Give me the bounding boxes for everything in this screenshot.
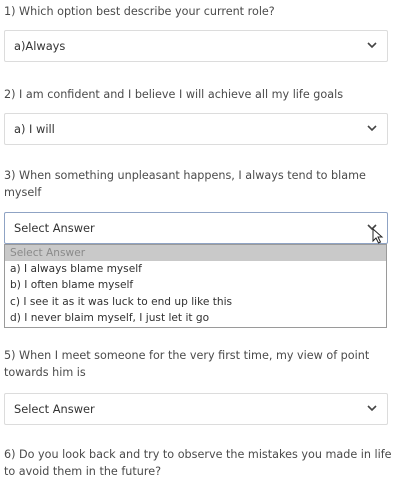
chevron-down-icon [367,125,377,132]
question-1-label: 1) Which option best describe your curre… [4,5,275,18]
dropdown-option[interactable]: c) I see it as it was luck to end up lik… [5,294,386,310]
question-2-select[interactable]: a) I will [4,113,388,145]
dropdown-option[interactable]: b) I often blame myself [5,277,386,293]
dropdown-option[interactable]: d) I never blaim myself, I just let it g… [5,310,386,326]
question-5-selected-value: Select Answer [14,402,95,416]
question-5-label: 5) When I meet someone for the very firs… [4,349,370,379]
question-5-select[interactable]: Select Answer [4,393,388,425]
question-1-selected-value: a)Always [14,39,66,53]
question-2-label: 2) I am confident and I believe I will a… [4,88,344,101]
chevron-down-icon [367,42,377,49]
dropdown-option[interactable]: a) I always blame myself [5,261,386,277]
question-3-dropdown-list: Select Answer a) I always blame myself b… [4,244,387,328]
question-6-label: 6) Do you look back and try to observe t… [4,448,392,478]
question-3-label: 3) When something unpleasant happens, I … [4,169,366,199]
question-3-selected-value: Select Answer [14,221,95,235]
question-2-selected-value: a) I will [14,122,55,136]
question-1-select[interactable]: a)Always [4,30,388,62]
mouse-pointer-icon [372,228,384,244]
question-3-select[interactable]: Select Answer [4,212,388,244]
chevron-down-icon [367,405,377,412]
dropdown-option[interactable]: Select Answer [5,245,386,262]
